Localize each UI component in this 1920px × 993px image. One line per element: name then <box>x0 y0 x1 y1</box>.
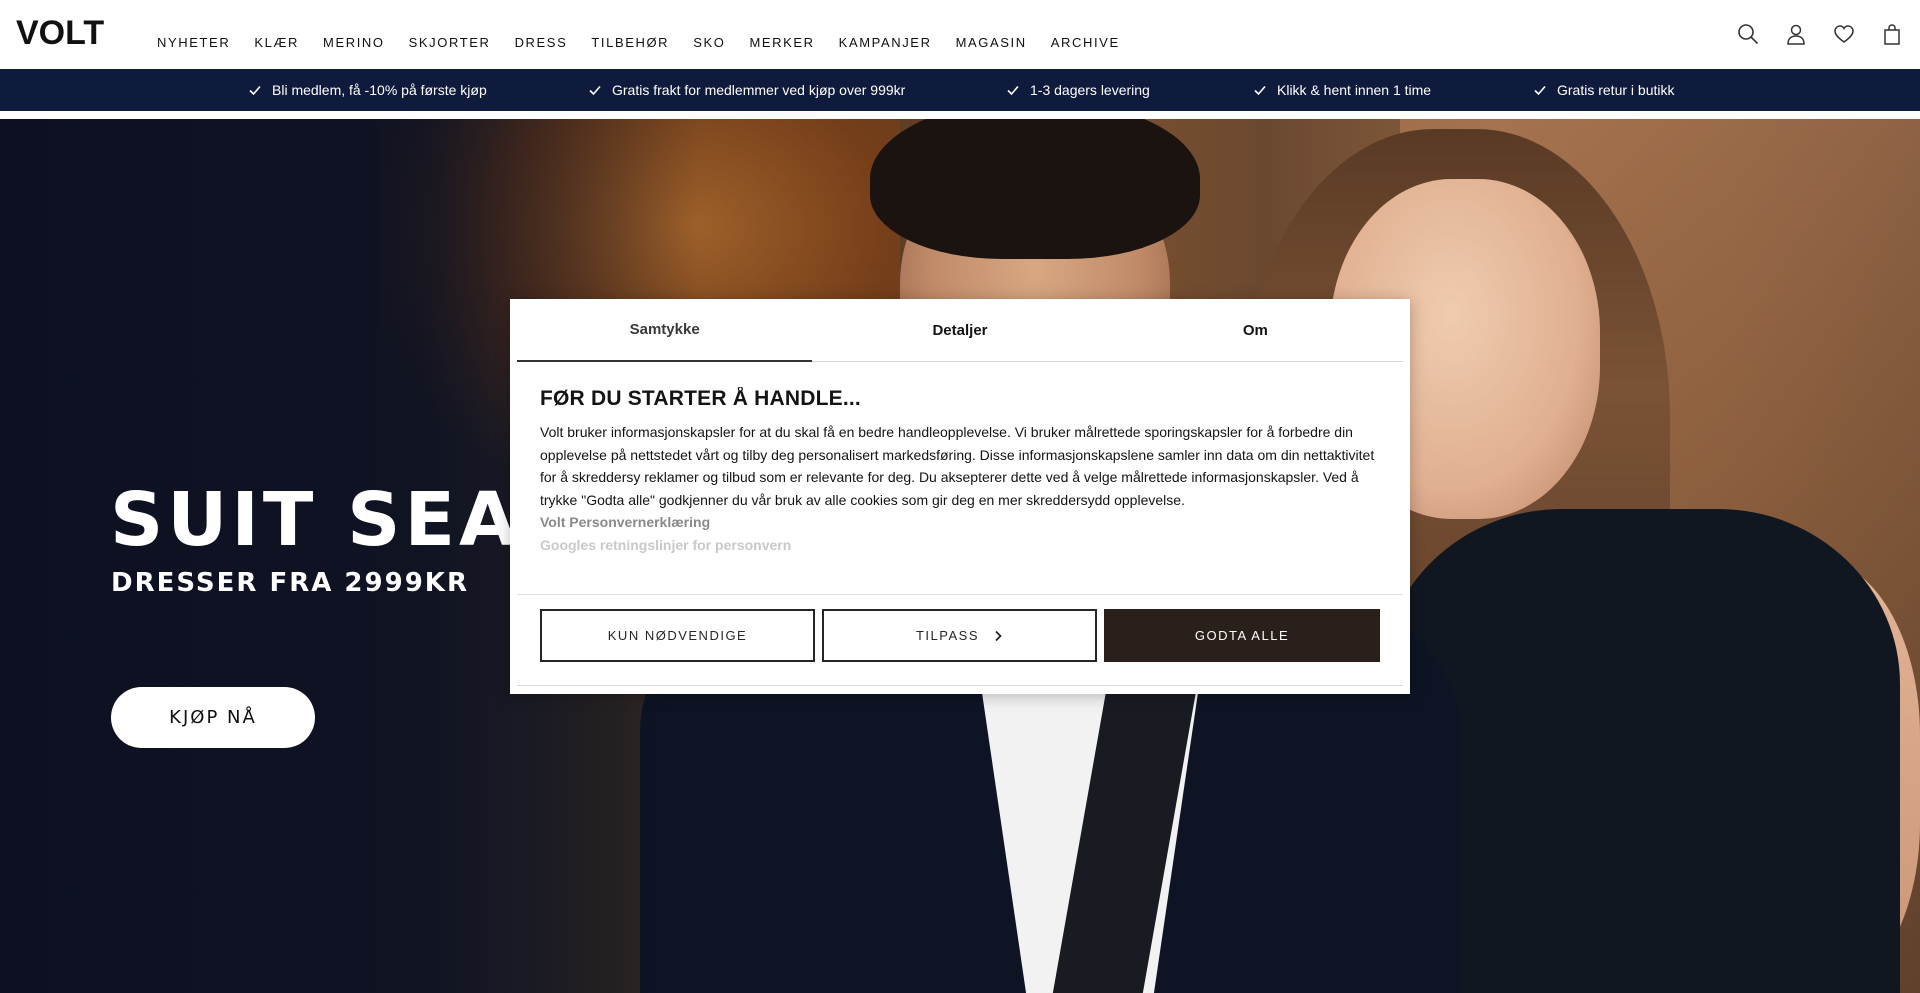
usp-item: 1-3 dagers levering <box>1006 81 1150 99</box>
accept-all-button[interactable]: GODTA ALLE <box>1104 609 1380 662</box>
nav-item-merino[interactable]: MERINO <box>323 35 385 51</box>
google-privacy-link[interactable]: Googles retningslinjer for personvern <box>540 534 1380 557</box>
check-icon <box>1007 85 1019 96</box>
usp-item: Bli medlem, få -10% på første kjøp <box>248 81 487 99</box>
main-nav: NYHETER KLÆR MERINO SKJORTER DRESS TILBE… <box>157 35 1144 51</box>
usp-item: Gratis retur i butikk <box>1533 81 1674 99</box>
tab-om[interactable]: Om <box>1108 299 1403 361</box>
necessary-only-label: KUN NØDVENDIGE <box>607 628 748 643</box>
nav-item-tilbehor[interactable]: TILBEHØR <box>591 35 669 51</box>
usp-bar: Bli medlem, få -10% på første kjøp Grati… <box>0 69 1920 111</box>
bag-icon[interactable] <box>1880 22 1904 46</box>
header-icons <box>1736 22 1904 46</box>
usp-text: Klikk & hent innen 1 time <box>1277 82 1432 98</box>
customize-label: TILPASS <box>915 628 979 643</box>
cookie-text: Volt bruker informasjonskapsler for at d… <box>540 424 1375 508</box>
nav-item-skjorter[interactable]: SKJORTER <box>409 35 491 51</box>
cookie-consent-dialog: Samtykke Detaljer Om FØR DU STARTER Å HA… <box>510 299 1410 694</box>
check-icon <box>589 85 601 96</box>
usp-item: Gratis frakt for medlemmer ved kjøp over… <box>588 81 905 99</box>
hero-photo-man-hair <box>870 119 1200 259</box>
nav-item-magasin[interactable]: MAGASIN <box>956 35 1027 51</box>
hero-subtitle: DRESSER FRA 2999KR <box>111 568 469 598</box>
hero-shop-now-button[interactable]: KJØP NÅ <box>111 687 315 748</box>
check-icon <box>1254 85 1266 96</box>
usp-item: Klikk & hent innen 1 time <box>1253 81 1431 99</box>
accept-all-label: GODTA ALLE <box>1194 628 1290 643</box>
tab-samtykke[interactable]: Samtykke <box>517 299 813 362</box>
volt-logo[interactable]: VOLT <box>16 14 104 53</box>
nav-item-merker[interactable]: MERKER <box>749 35 814 51</box>
nav-item-archive[interactable]: ARCHIVE <box>1051 35 1120 51</box>
usp-text: Gratis retur i butikk <box>1557 82 1675 98</box>
tab-detaljer[interactable]: Detaljer <box>812 299 1107 361</box>
nav-item-sko[interactable]: SKO <box>693 35 725 51</box>
check-icon <box>1534 85 1546 96</box>
nav-item-nyheter[interactable]: NYHETER <box>157 35 230 51</box>
usp-text: 1-3 dagers levering <box>1030 82 1150 98</box>
nav-item-kampanjer[interactable]: KAMPANJER <box>839 35 932 51</box>
nav-item-klaer[interactable]: KLÆR <box>254 35 299 51</box>
check-icon <box>249 85 261 96</box>
cookie-title: FØR DU STARTER Å HANDLE... <box>540 387 861 410</box>
site-header: VOLT NYHETER KLÆR MERINO SKJORTER DRESS … <box>0 0 1920 69</box>
divider <box>517 594 1403 595</box>
necessary-only-button[interactable]: KUN NØDVENDIGE <box>540 609 815 662</box>
search-icon[interactable] <box>1736 22 1760 46</box>
spacer <box>0 111 1920 119</box>
privacy-policy-link[interactable]: Volt Personvernerklæring <box>540 511 1380 534</box>
usp-text: Bli medlem, få -10% på første kjøp <box>272 82 487 98</box>
customize-button[interactable]: TILPASS <box>822 609 1097 662</box>
usp-text: Gratis frakt for medlemmer ved kjøp over… <box>612 82 906 98</box>
chevron-right-icon <box>995 630 1002 641</box>
nav-item-dress[interactable]: DRESS <box>515 35 568 51</box>
cookie-body[interactable]: FØR DU STARTER Å HANDLE... Volt bruker i… <box>540 387 1380 587</box>
account-icon[interactable] <box>1784 22 1808 46</box>
divider <box>517 685 1403 686</box>
cookie-tabs: Samtykke Detaljer Om <box>517 299 1403 362</box>
wishlist-heart-icon[interactable] <box>1832 22 1856 46</box>
